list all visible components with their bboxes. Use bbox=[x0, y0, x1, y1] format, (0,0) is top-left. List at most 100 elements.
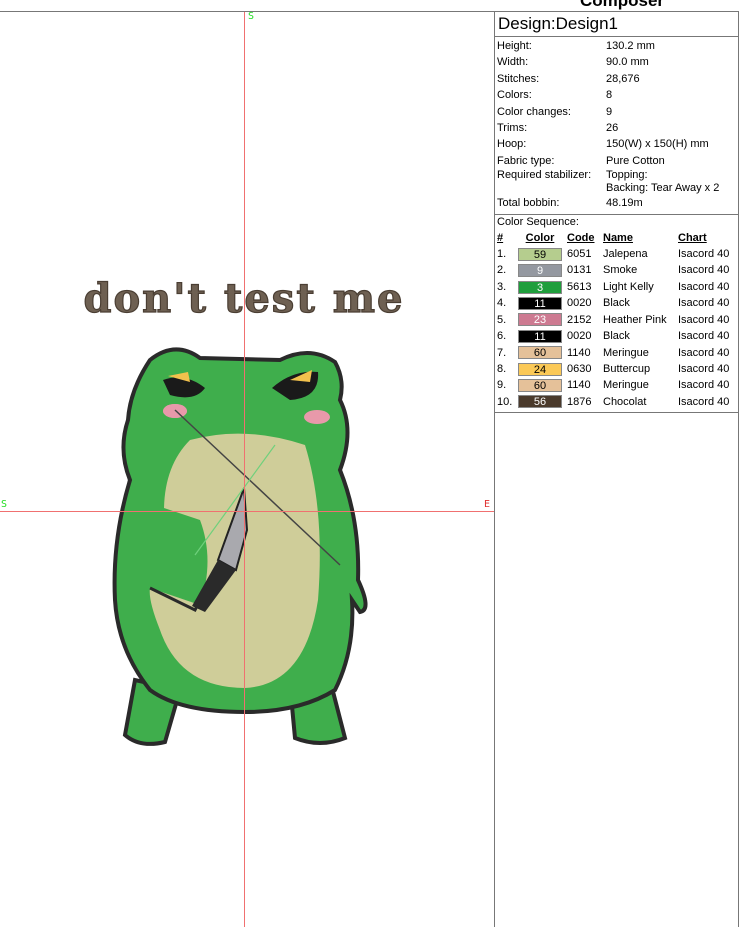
color-sequence-row: 1. 59 6051 Jalepena Isacord 40 bbox=[495, 246, 738, 262]
info-value-text: 48.19m bbox=[606, 197, 643, 210]
seq-color: 24 bbox=[518, 362, 567, 376]
color-sequence-row: 6. 11 0020 Black Isacord 40 bbox=[495, 328, 738, 344]
info-label: Width: bbox=[497, 56, 529, 69]
info-label: Height: bbox=[497, 40, 532, 52]
seq-name: Chocolat bbox=[603, 395, 647, 408]
seq-name: Smoke bbox=[603, 264, 638, 277]
seq-color: 23 bbox=[518, 313, 567, 327]
color-sequence-row: 9. 60 1140 Meringue Isacord 40 bbox=[495, 377, 738, 393]
info-row: Required stabilizer: Topping: Backing: Tea… bbox=[495, 169, 738, 195]
color-swatch: 24 bbox=[518, 362, 562, 376]
color-sequence-row: 8. 24 0630 Buttercup Isacord 40 bbox=[495, 361, 738, 377]
seq-chart: Isacord 40 bbox=[678, 313, 730, 326]
header-code: Code bbox=[567, 231, 595, 244]
seq-color: 3 bbox=[518, 280, 567, 294]
info-row: Width: 90.0 mm bbox=[495, 54, 738, 70]
seq-num: 6. bbox=[497, 330, 507, 343]
info-label: Color changes: bbox=[497, 105, 571, 118]
seq-chart: Isacord 40 bbox=[678, 346, 730, 359]
color-swatch: 59 bbox=[518, 247, 562, 261]
seq-chart: Isacord 40 bbox=[678, 297, 730, 310]
info-value-text-2: Backing: Tear Away x 2 bbox=[606, 182, 720, 195]
seq-num: 8. bbox=[497, 362, 507, 375]
info-label: Required stabilizer: bbox=[497, 169, 592, 182]
seq-num: 3. bbox=[497, 280, 507, 293]
info-value-text: 90.0 mm bbox=[606, 56, 649, 69]
info-row: Color changes: 9 bbox=[495, 104, 738, 120]
seq-num: 2. bbox=[497, 264, 507, 277]
seq-code: 0020 bbox=[567, 297, 592, 310]
seq-name: Jalepena bbox=[603, 248, 648, 261]
color-swatch: 9 bbox=[518, 264, 562, 278]
color-sequence-row: 2. 9 0131 Smoke Isacord 40 bbox=[495, 262, 738, 278]
axis-label-top: S bbox=[248, 11, 255, 22]
seq-code: 5613 bbox=[567, 280, 592, 293]
color-sequence-row: 7. 60 1140 Meringue Isacord 40 bbox=[495, 345, 738, 361]
info-value-text: Pure Cotton bbox=[606, 154, 665, 167]
info-value: Pure Cotton bbox=[606, 153, 665, 169]
info-row: Trims: 26 bbox=[495, 120, 738, 136]
info-label: Trims: bbox=[497, 122, 528, 135]
info-row: Hoop: 150(W) x 150(H) mm bbox=[495, 136, 738, 152]
design-info: Height: 130.2 mm Width: 90.0 mm Stitches: 28,… bbox=[495, 37, 738, 215]
axis-label-right: E bbox=[484, 499, 491, 510]
info-value: Topping: Backing: Tear Away x 2 bbox=[606, 169, 719, 195]
info-value-text: Topping: bbox=[606, 169, 648, 182]
seq-color: 9 bbox=[518, 264, 567, 278]
app-title: Composer bbox=[579, 0, 665, 10]
info-value-text: 130.2 mm bbox=[606, 40, 655, 52]
seq-num: 1. bbox=[497, 248, 507, 261]
seq-name: Meringue bbox=[603, 346, 649, 359]
seq-num: 4. bbox=[497, 297, 507, 310]
color-swatch: 23 bbox=[518, 313, 562, 327]
info-value: 48.19m bbox=[606, 195, 643, 211]
info-label: Stitches: bbox=[497, 72, 540, 85]
seq-chart: Isacord 40 bbox=[678, 248, 730, 261]
info-row: Height: 130.2 mm bbox=[495, 38, 738, 54]
info-row: Colors: 8 bbox=[495, 87, 738, 103]
seq-num: 7. bbox=[497, 346, 507, 359]
color-sequence-row: 3. 3 5613 Light Kelly Isacord 40 bbox=[495, 279, 738, 295]
info-label: Fabric type: bbox=[497, 154, 555, 167]
seq-code: 2152 bbox=[567, 313, 592, 326]
seq-name: Black bbox=[603, 297, 630, 310]
seq-num: 9. bbox=[497, 379, 507, 392]
info-value: 28,676 bbox=[606, 71, 640, 87]
header-color: Color bbox=[525, 231, 555, 244]
info-value: 150(W) x 150(H) mm bbox=[606, 136, 709, 152]
seq-code: 6051 bbox=[567, 248, 592, 261]
seq-code: 0131 bbox=[567, 264, 592, 277]
header-num: # bbox=[497, 231, 504, 244]
vertical-crosshair bbox=[244, 12, 245, 927]
color-sequence: Color Sequence: # Color Code Name Chart … bbox=[495, 215, 738, 414]
seq-chart: Isacord 40 bbox=[678, 330, 730, 343]
frog-figure bbox=[112, 347, 368, 746]
info-row: Fabric type: Pure Cotton bbox=[495, 153, 738, 169]
seq-chart: Isacord 40 bbox=[678, 379, 730, 392]
seq-color: 11 bbox=[518, 296, 567, 310]
seq-name: Meringue bbox=[603, 379, 649, 392]
info-value-text: 28,676 bbox=[606, 72, 640, 85]
color-swatch: 60 bbox=[518, 379, 562, 393]
color-swatch: 11 bbox=[518, 329, 562, 343]
info-value-text: 150(W) x 150(H) mm bbox=[606, 138, 709, 151]
design-canvas[interactable]: don't test me bbox=[0, 12, 494, 927]
seq-color: 59 bbox=[518, 247, 567, 261]
seq-name: Black bbox=[603, 330, 630, 343]
seq-chart: Isacord 40 bbox=[678, 264, 730, 277]
info-row: Stitches: 28,676 bbox=[495, 71, 738, 87]
color-sequence-row: 4. 11 0020 Black Isacord 40 bbox=[495, 295, 738, 311]
seq-code: 1140 bbox=[567, 379, 591, 392]
seq-color: 60 bbox=[518, 379, 567, 393]
color-swatch: 60 bbox=[518, 346, 562, 360]
color-swatch: 3 bbox=[518, 280, 562, 294]
seq-code: 1876 bbox=[567, 395, 592, 408]
seq-num: 10. bbox=[497, 395, 513, 408]
info-label: Hoop: bbox=[497, 138, 527, 151]
seq-name: Heather Pink bbox=[603, 313, 667, 326]
seq-code: 0630 bbox=[567, 362, 592, 375]
info-label: Total bobbin: bbox=[497, 197, 560, 210]
color-sequence-header: # Color Code Name Chart bbox=[495, 230, 738, 246]
info-value: 9 bbox=[606, 104, 612, 120]
color-sequence-row: 5. 23 2152 Heather Pink Isacord 40 bbox=[495, 312, 738, 328]
